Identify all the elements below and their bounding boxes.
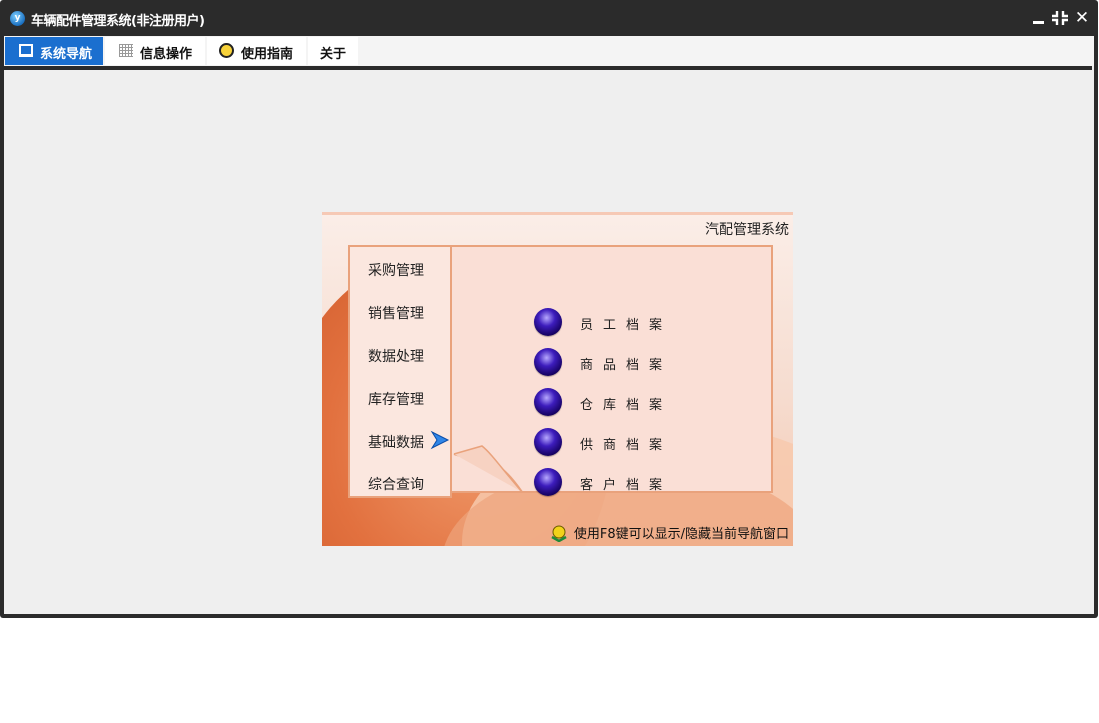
tab-label: 信息操作 [140,47,193,62]
title-bar[interactable]: y 车辆配件管理系统(非注册用户) ✕ [0,0,1098,36]
tab-info-operations[interactable]: 信息操作 [105,37,205,65]
hint-icon [550,524,568,543]
close-icon[interactable]: ✕ [1072,7,1092,29]
record-label: 员工档案 [580,318,673,333]
nav-top-border [322,212,793,215]
main-window: y 车辆配件管理系统(非注册用户) ✕ 系统导航 信息操作 使用指南 关于 汽配… [0,0,1098,618]
app-logo-icon: y [10,11,25,26]
tab-label: 系统导航 [40,47,93,62]
tab-bar: 系统导航 信息操作 使用指南 关于 [4,36,1094,66]
tab-system-navigation[interactable]: 系统导航 [5,37,103,65]
record-label: 供商档案 [580,438,673,453]
navigation-panel: 汽配管理系统 采购管理 销售管理 数据处理 库存管理 基础数据 综合查询 员工档… [322,212,793,546]
menu-item-data-processing[interactable]: 数据处理 [368,346,424,366]
window-title: 车辆配件管理系统(非注册用户) [31,14,205,29]
module-menu: 采购管理 销售管理 数据处理 库存管理 基础数据 综合查询 [348,245,452,498]
tab-divider [4,66,1092,70]
orb-bullet-icon [534,468,562,496]
restore-icon[interactable] [1050,7,1070,29]
client-area: 系统导航 信息操作 使用指南 关于 汽配管理系统 采购管理 销售管理 数据处理 … [4,36,1094,614]
orb-bullet-icon [534,388,562,416]
menu-item-query[interactable]: 综合查询 [368,474,424,494]
record-label: 仓库档案 [580,398,673,413]
menu-item-purchasing[interactable]: 采购管理 [368,260,424,280]
record-label: 客户档案 [580,478,673,493]
menu-item-basic-data[interactable]: 基础数据 [368,432,424,452]
selected-arrow-icon [430,430,450,450]
menu-item-inventory[interactable]: 库存管理 [368,389,424,409]
grid-icon [119,44,133,57]
nav-header-title: 汽配管理系统 [705,222,789,238]
guide-icon [219,43,234,58]
orb-bullet-icon [534,428,562,456]
tab-about[interactable]: 关于 [308,37,358,65]
orb-bullet-icon [534,348,562,376]
minimize-icon[interactable] [1029,7,1049,29]
tab-label: 关于 [320,47,347,62]
orb-bullet-icon [534,308,562,336]
menu-item-sales[interactable]: 销售管理 [368,303,424,323]
tab-user-guide[interactable]: 使用指南 [207,37,306,65]
f8-hint-text: 使用F8键可以显示/隐藏当前导航窗口 [573,527,789,542]
record-label: 商品档案 [580,358,673,373]
monitor-icon [19,44,33,57]
tab-label: 使用指南 [241,47,294,62]
